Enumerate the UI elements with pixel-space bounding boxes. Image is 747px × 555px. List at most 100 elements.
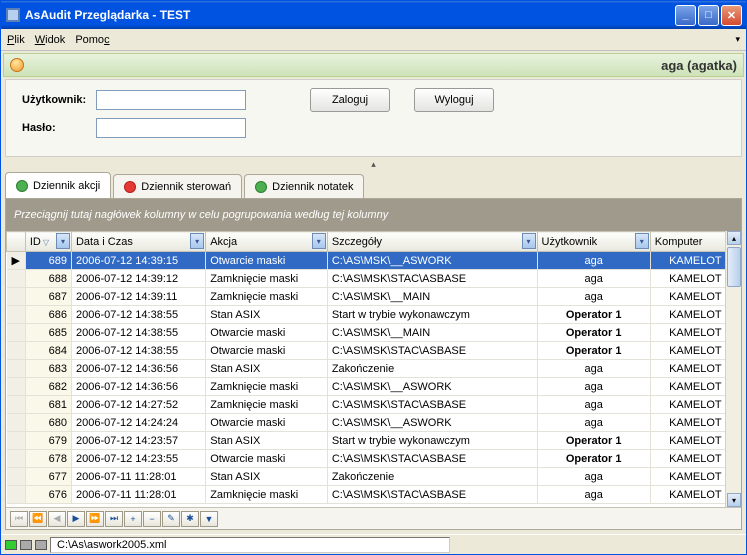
col-data-czas[interactable]: Data i Czas▾ xyxy=(71,232,205,252)
group-by-panel[interactable]: Przeciągnij tutaj nagłówek kolumny w cel… xyxy=(6,199,741,231)
nav-delete-button[interactable]: − xyxy=(143,511,161,527)
table-row[interactable]: 6852006-07-12 14:38:55Otwarcie maskiC:\A… xyxy=(7,324,741,342)
nav-first-button[interactable]: ⏮ xyxy=(10,511,28,527)
cell-details: C:\AS\MSK\STAC\ASBASE xyxy=(327,486,537,504)
cell-user: aga xyxy=(537,360,650,378)
table-row[interactable]: 6882006-07-12 14:39:12Zamknięcie maskiC:… xyxy=(7,270,741,288)
cell-id: 683 xyxy=(25,360,71,378)
col-akcja[interactable]: Akcja▾ xyxy=(206,232,328,252)
cell-datetime: 2006-07-12 14:38:55 xyxy=(71,342,205,360)
col-szczegoly[interactable]: Szczegóły▾ xyxy=(327,232,537,252)
filter-icon[interactable]: ▾ xyxy=(56,233,70,249)
table-row[interactable]: 6832006-07-12 14:36:56Stan ASIXZakończen… xyxy=(7,360,741,378)
cell-user: aga xyxy=(537,252,650,270)
tab-label: Dziennik sterowań xyxy=(141,181,231,193)
nav-edit-button[interactable]: ✎ xyxy=(162,511,180,527)
cell-action: Otwarcie maski xyxy=(206,414,328,432)
row-indicator xyxy=(7,450,26,468)
nav-last-button[interactable]: ⏭ xyxy=(105,511,123,527)
cell-id: 689 xyxy=(25,252,71,270)
table-row[interactable]: 6822006-07-12 14:36:56Zamknięcie maskiC:… xyxy=(7,378,741,396)
scroll-down-button[interactable]: ▾ xyxy=(727,493,741,507)
cell-datetime: 2006-07-12 14:23:57 xyxy=(71,432,205,450)
nav-prev-button[interactable]: ◀ xyxy=(48,511,66,527)
userbar: aga (agatka) xyxy=(3,53,744,77)
table-row[interactable]: 6802006-07-12 14:24:24Otwarcie maskiC:\A… xyxy=(7,414,741,432)
cell-details: Start w trybie wykonawczym xyxy=(327,306,537,324)
nav-next-button[interactable]: ▶ xyxy=(67,511,85,527)
minimize-button[interactable]: _ xyxy=(675,5,696,26)
maximize-button[interactable]: □ xyxy=(698,5,719,26)
cell-id: 678 xyxy=(25,450,71,468)
scrollbar-thumb[interactable] xyxy=(727,247,741,287)
cell-id: 688 xyxy=(25,270,71,288)
nav-filter-button[interactable]: ▼ xyxy=(200,511,218,527)
tab-label: Dziennik akcji xyxy=(33,180,100,192)
vertical-scrollbar[interactable]: ▴ ▾ xyxy=(725,231,741,507)
col-uzytkownik[interactable]: Użytkownik▾ xyxy=(537,232,650,252)
menu-expand-icon[interactable]: ▾ xyxy=(735,34,740,45)
row-indicator xyxy=(7,306,26,324)
nav-prev-page-button[interactable]: ⏪ xyxy=(29,511,47,527)
row-indicator xyxy=(7,342,26,360)
cell-datetime: 2006-07-12 14:36:56 xyxy=(71,360,205,378)
menu-pomoc[interactable]: Pomoc xyxy=(75,34,109,46)
filter-icon[interactable]: ▾ xyxy=(522,233,536,249)
filter-icon[interactable]: ▾ xyxy=(312,233,326,249)
login-panel: Użytkownik: Zaloguj Wyloguj Hasło: xyxy=(5,79,742,157)
password-label: Hasło: xyxy=(22,122,92,134)
row-indicator: ▶ xyxy=(7,252,26,270)
nav-next-page-button[interactable]: ⏩ xyxy=(86,511,104,527)
data-grid[interactable]: ID▽▾ Data i Czas▾ Akcja▾ Szczegóły▾ Użyt… xyxy=(6,231,741,507)
cell-action: Stan ASIX xyxy=(206,432,328,450)
filter-icon[interactable]: ▾ xyxy=(190,233,204,249)
username-input[interactable] xyxy=(96,90,246,110)
table-row[interactable]: 6842006-07-12 14:38:55Otwarcie maskiC:\A… xyxy=(7,342,741,360)
tab-dziennik-akcji[interactable]: Dziennik akcji xyxy=(5,172,111,198)
table-row[interactable]: 6792006-07-12 14:23:57Stan ASIXStart w t… xyxy=(7,432,741,450)
cell-action: Otwarcie maski xyxy=(206,342,328,360)
cell-datetime: 2006-07-12 14:39:11 xyxy=(71,288,205,306)
nav-refresh-button[interactable]: ✱ xyxy=(181,511,199,527)
logout-button[interactable]: Wyloguj xyxy=(414,88,494,112)
app-icon xyxy=(5,7,21,23)
cell-details: C:\AS\MSK\__MAIN xyxy=(327,324,537,342)
cell-id: 676 xyxy=(25,486,71,504)
tab-dziennik-notatek[interactable]: Dziennik notatek xyxy=(244,174,364,198)
status-led-3 xyxy=(35,540,47,550)
status-led-2 xyxy=(20,540,32,550)
collapse-caret-icon[interactable]: ▴ xyxy=(371,159,376,170)
nav-add-button[interactable]: + xyxy=(124,511,142,527)
scroll-up-button[interactable]: ▴ xyxy=(727,231,741,245)
cell-action: Otwarcie maski xyxy=(206,252,328,270)
table-row[interactable]: 6772006-07-11 11:28:01Stan ASIXZakończen… xyxy=(7,468,741,486)
menu-plik[interactable]: Plik xyxy=(7,34,25,46)
row-indicator-header xyxy=(7,232,26,252)
panel-collapse-row: ▴ xyxy=(1,157,746,172)
row-indicator xyxy=(7,360,26,378)
menu-widok[interactable]: Widok xyxy=(35,34,66,46)
cell-id: 677 xyxy=(25,468,71,486)
login-button[interactable]: Zaloguj xyxy=(310,88,390,112)
cell-user: aga xyxy=(537,288,650,306)
cell-details: C:\AS\MSK\__ASWORK xyxy=(327,252,537,270)
titlebar: AsAudit Przeglądarka - TEST _ □ ✕ xyxy=(1,1,746,29)
table-row[interactable]: 6862006-07-12 14:38:55Stan ASIXStart w t… xyxy=(7,306,741,324)
cell-details: C:\AS\MSK\__ASWORK xyxy=(327,378,537,396)
cell-user: aga xyxy=(537,468,650,486)
table-row[interactable]: 6812006-07-12 14:27:52Zamknięcie maskiC:… xyxy=(7,396,741,414)
filter-icon[interactable]: ▾ xyxy=(635,233,649,249)
cell-datetime: 2006-07-12 14:39:12 xyxy=(71,270,205,288)
table-row[interactable]: 6872006-07-12 14:39:11Zamknięcie maskiC:… xyxy=(7,288,741,306)
table-row[interactable]: 6762006-07-11 11:28:01Zamknięcie maskiC:… xyxy=(7,486,741,504)
table-row[interactable]: ▶6892006-07-12 14:39:15Otwarcie maskiC:\… xyxy=(7,252,741,270)
cell-datetime: 2006-07-12 14:27:52 xyxy=(71,396,205,414)
row-indicator xyxy=(7,486,26,504)
password-input[interactable] xyxy=(96,118,246,138)
col-id[interactable]: ID▽▾ xyxy=(25,232,71,252)
window-title: AsAudit Przeglądarka - TEST xyxy=(25,8,675,22)
close-button[interactable]: ✕ xyxy=(721,5,742,26)
cell-details: C:\AS\MSK\STAC\ASBASE xyxy=(327,270,537,288)
tab-dziennik-sterowan[interactable]: Dziennik sterowań xyxy=(113,174,242,198)
table-row[interactable]: 6782006-07-12 14:23:55Otwarcie maskiC:\A… xyxy=(7,450,741,468)
